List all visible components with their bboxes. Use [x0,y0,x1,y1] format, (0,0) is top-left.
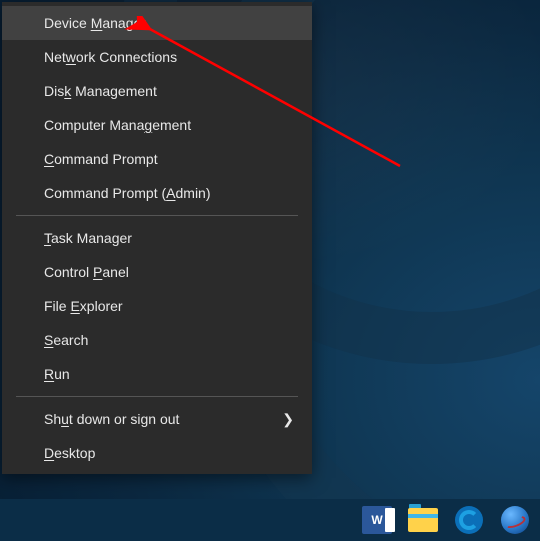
menu-item-shut-down[interactable]: Shut down or sign out ❯ [2,402,312,436]
menu-item-network-connections[interactable]: Network Connections [2,40,312,74]
menu-item-task-manager[interactable]: Task Manager [2,221,312,255]
menu-item-run[interactable]: Run [2,357,312,391]
menu-item-label: Desktop [44,445,95,461]
menu-item-label: Computer Management [44,117,191,133]
menu-item-label: Shut down or sign out [44,411,179,427]
menu-item-computer-management[interactable]: Computer Management [2,108,312,142]
menu-item-label: Disk Management [44,83,157,99]
menu-item-disk-management[interactable]: Disk Management [2,74,312,108]
menu-item-label: Control Panel [44,264,129,280]
menu-item-control-panel[interactable]: Control Panel [2,255,312,289]
menu-item-label: Network Connections [44,49,177,65]
menu-item-label: Run [44,366,70,382]
menu-item-desktop[interactable]: Desktop [2,436,312,470]
menu-item-file-explorer[interactable]: File Explorer [2,289,312,323]
word-icon: W [362,506,392,534]
menu-item-label: Command Prompt (Admin) [44,185,211,201]
taskbar-icon-file-explorer[interactable] [406,503,440,537]
taskbar-icon-word[interactable]: W [360,503,394,537]
chevron-right-icon: ❯ [282,411,294,428]
menu-separator [16,396,298,397]
winx-menu: Device Manager Network Connections Disk Ma… [2,2,312,474]
menu-item-label: Command Prompt [44,151,158,167]
menu-item-label: Search [44,332,88,348]
menu-item-command-prompt[interactable]: Command Prompt [2,142,312,176]
menu-item-label: Device Manager [44,15,146,31]
file-explorer-icon [408,508,438,532]
taskbar: W [0,499,540,541]
taskbar-icon-edge[interactable] [452,503,486,537]
globe-icon [501,506,529,534]
edge-icon [455,506,483,534]
menu-item-label: File Explorer [44,298,123,314]
menu-item-command-prompt-admin[interactable]: Command Prompt (Admin) [2,176,312,210]
menu-separator [16,215,298,216]
desktop: Device Manager Network Connections Disk Ma… [0,0,540,541]
taskbar-icon-globe[interactable] [498,503,532,537]
menu-item-label: Task Manager [44,230,132,246]
menu-item-search[interactable]: Search [2,323,312,357]
menu-item-device-manager[interactable]: Device Manager [2,6,312,40]
